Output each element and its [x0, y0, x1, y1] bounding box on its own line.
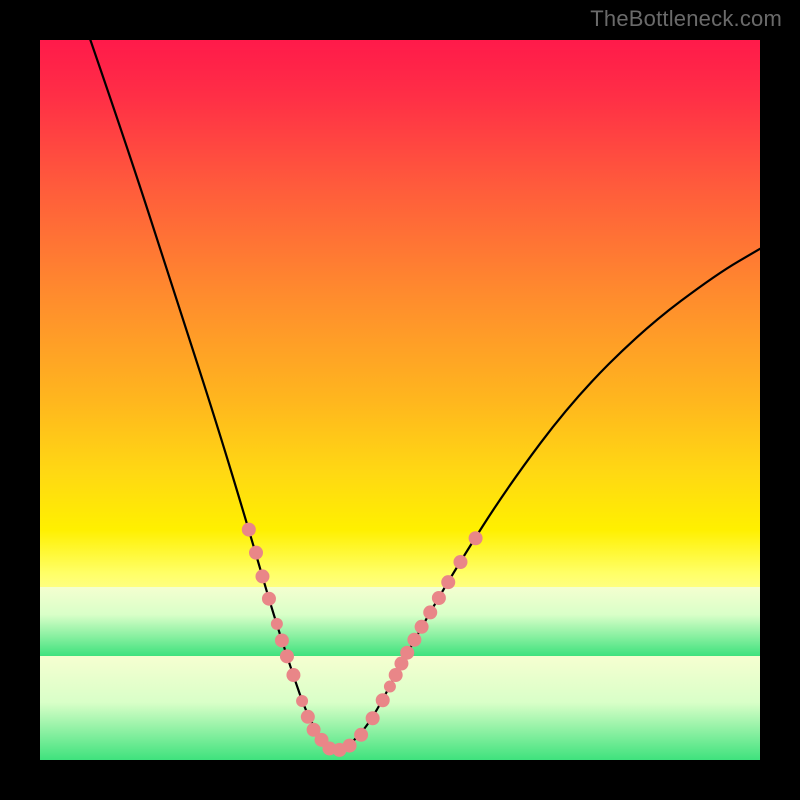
data-marker [286, 668, 300, 682]
data-marker [296, 695, 308, 707]
data-marker [262, 592, 276, 606]
data-marker [301, 710, 315, 724]
data-marker [415, 620, 429, 634]
data-marker [280, 649, 294, 663]
data-marker [242, 523, 256, 537]
data-marker [453, 555, 467, 569]
stage: TheBottleneck.com [0, 0, 800, 800]
markers-group [242, 523, 483, 757]
data-marker [441, 575, 455, 589]
data-marker [275, 633, 289, 647]
data-marker [249, 546, 263, 560]
plot-area [40, 40, 760, 760]
data-marker [400, 646, 414, 660]
data-marker [354, 728, 368, 742]
data-marker [255, 569, 269, 583]
data-marker [376, 693, 390, 707]
data-marker [384, 681, 396, 693]
data-marker [271, 618, 283, 630]
attribution-label: TheBottleneck.com [590, 6, 782, 32]
data-marker [432, 591, 446, 605]
data-marker [407, 633, 421, 647]
data-marker [343, 739, 357, 753]
data-marker [423, 605, 437, 619]
bottleneck-curve [90, 40, 760, 748]
data-marker [366, 711, 380, 725]
chart-svg [40, 40, 760, 760]
data-marker [469, 531, 483, 545]
